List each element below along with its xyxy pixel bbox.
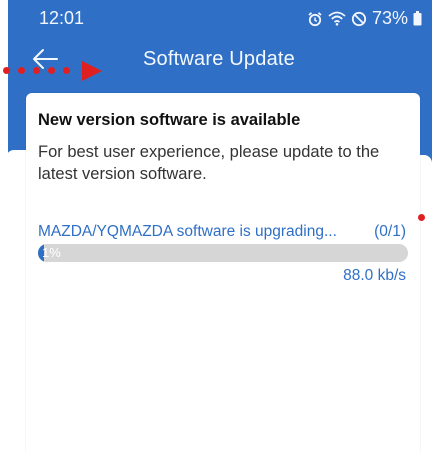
- upgrade-status-text: MAZDA/YQMAZDA software is upgrading...: [38, 223, 337, 240]
- annotation-dot: [48, 67, 55, 74]
- annotation-dot: [18, 67, 25, 74]
- update-card: New version software is available For be…: [26, 93, 420, 453]
- app-bar: Software Update: [6, 40, 432, 92]
- upgrade-count: (0/1): [374, 223, 406, 240]
- alarm-icon: [307, 11, 323, 27]
- annotation-dot: [63, 67, 70, 74]
- app-screen: 12:01 73% Software Update New version so…: [0, 0, 432, 453]
- progress-percent: 1%: [42, 245, 61, 260]
- content-background-right: [418, 155, 432, 453]
- annotation-arrow: [82, 61, 102, 81]
- upgrade-status: MAZDA/YQMAZDA software is upgrading... (…: [38, 223, 406, 243]
- do-not-disturb-icon: [351, 11, 367, 27]
- annotation-dot: [33, 67, 40, 74]
- wifi-icon: [328, 11, 346, 26]
- battery-percent: 73%: [371, 8, 408, 28]
- annotation-dot: [418, 214, 425, 221]
- status-time: 12:01: [39, 8, 85, 28]
- battery-icon: [413, 11, 422, 26]
- content-background-left: [6, 150, 26, 453]
- progress-bar: 1%: [38, 244, 408, 262]
- update-title: New version software is available: [38, 111, 301, 129]
- update-description: For best user experience, please update …: [38, 143, 380, 183]
- status-bar: 12:01 73%: [6, 0, 432, 40]
- annotation-dot: [3, 67, 10, 74]
- page-title: Software Update: [143, 48, 295, 70]
- download-speed: 88.0 kb/s: [343, 267, 406, 284]
- status-icons: 73%: [307, 8, 422, 29]
